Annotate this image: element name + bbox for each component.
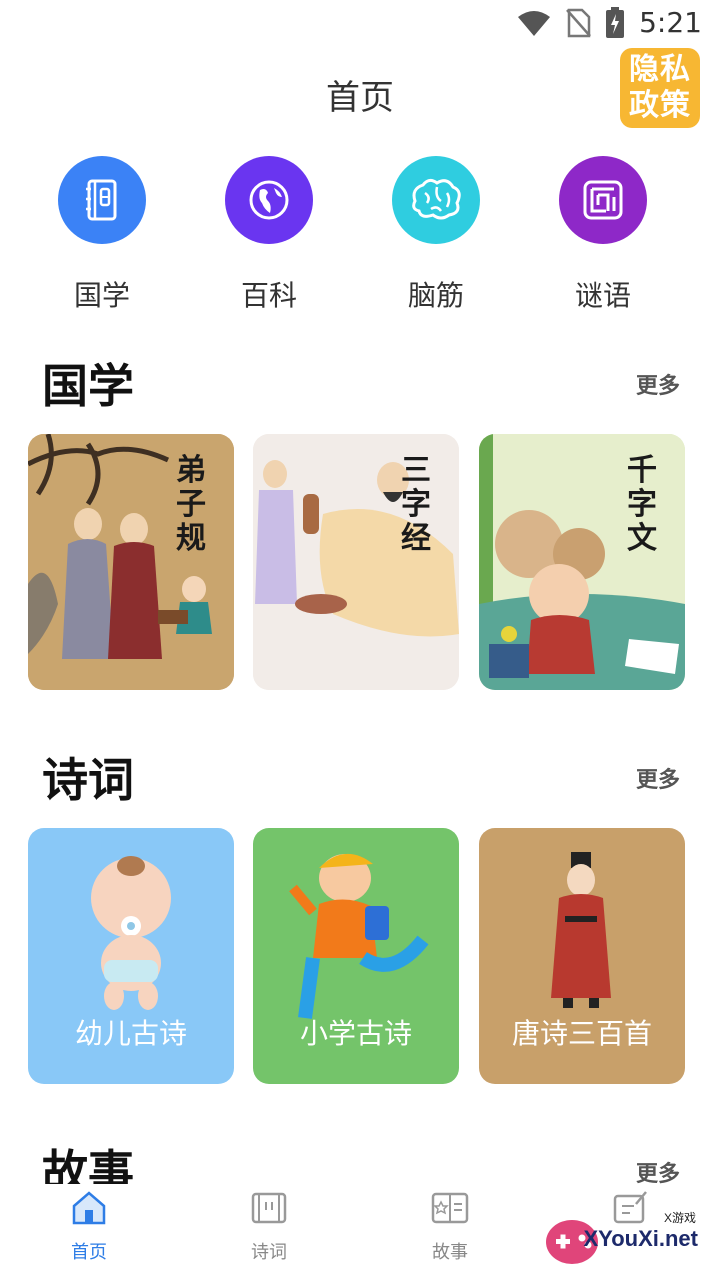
nav-label: 首页 — [71, 1242, 107, 1263]
status-icons: 5:21 — [517, 6, 702, 39]
title-char: 千 — [627, 453, 657, 488]
quick-item-baike[interactable]: 百科 — [209, 156, 329, 314]
globe-icon — [225, 156, 313, 244]
quick-label: 谜语 — [574, 279, 631, 312]
privacy-line-2: 政策 — [629, 88, 691, 123]
privacy-line-1: 隐私 — [629, 52, 691, 87]
nav-label: 诗词 — [251, 1242, 287, 1263]
quick-label: 百科 — [240, 279, 297, 312]
card-qianziwen[interactable]: 千 字 文 — [479, 434, 685, 690]
nav-shici[interactable]: 诗词 — [209, 1188, 329, 1264]
card-title-dizigui: 弟 子 规 — [174, 454, 208, 556]
wifi-icon — [518, 10, 551, 36]
card-tangshi-300[interactable]: 唐诗三百首 — [479, 828, 685, 1084]
watermark-small-text: X游戏 — [663, 1211, 696, 1225]
quick-label: 国学 — [73, 279, 130, 312]
nav-home[interactable]: 首页 — [29, 1188, 149, 1264]
title-char: 字 — [627, 487, 657, 522]
quick-item-miyu[interactable]: 谜语 — [543, 156, 663, 314]
battery-charging-icon — [606, 6, 625, 38]
quick-item-naojin[interactable]: 脑筋 — [376, 156, 496, 314]
section-title-guoxue: 国学 — [42, 359, 134, 413]
watermark-logo: X游戏 XYouXi.net — [542, 1211, 710, 1268]
page-title: 首页 — [326, 78, 394, 118]
scroll-icon — [251, 1192, 287, 1224]
maze-icon — [559, 156, 647, 244]
card-xiaoxue-gushi[interactable]: 小学古诗 — [253, 828, 459, 1084]
home-icon — [72, 1191, 106, 1225]
more-link-guoxue[interactable]: 更多 — [636, 368, 680, 400]
book-icon — [58, 156, 146, 244]
card-sanzijing[interactable]: 三 字 经 — [253, 434, 459, 690]
brain-icon — [392, 156, 480, 244]
card-youer-gushi[interactable]: 幼儿古诗 — [28, 828, 234, 1084]
section-title-shici: 诗词 — [42, 753, 134, 807]
card-title-qianziwen: 千 字 文 — [625, 454, 659, 556]
nav-gushi[interactable]: 故事 — [390, 1188, 510, 1264]
no-sim-icon — [566, 8, 592, 37]
status-time: 5:21 — [639, 6, 702, 39]
title-char: 子 — [176, 487, 206, 522]
quick-label: 脑筋 — [407, 279, 464, 312]
quick-category-nav: 国学 百科 脑筋 谜语 — [0, 156, 720, 316]
more-link-shici[interactable]: 更多 — [636, 762, 680, 794]
poem-card-label: 小学古诗 — [299, 1017, 412, 1050]
title-char: 字 — [401, 487, 431, 522]
title-char: 三 — [401, 453, 431, 488]
title-char: 规 — [176, 521, 206, 556]
nav-label: 故事 — [432, 1242, 468, 1263]
watermark-text: XYouXi.net — [583, 1226, 699, 1251]
storybook-icon — [431, 1192, 469, 1224]
poem-card-label: 幼儿古诗 — [74, 1017, 187, 1050]
status-bar: 5:21 — [0, 0, 720, 48]
title-char: 弟 — [176, 453, 206, 488]
card-dizigui[interactable]: 弟 子 规 — [28, 434, 234, 690]
title-char: 文 — [627, 521, 657, 556]
quick-item-guoxue[interactable]: 国学 — [42, 156, 162, 314]
title-char: 经 — [401, 521, 431, 556]
poem-card-label: 唐诗三百首 — [511, 1017, 652, 1050]
privacy-policy-button[interactable]: 隐私 政策 — [620, 48, 700, 128]
card-title-sanzijing: 三 字 经 — [399, 454, 433, 556]
